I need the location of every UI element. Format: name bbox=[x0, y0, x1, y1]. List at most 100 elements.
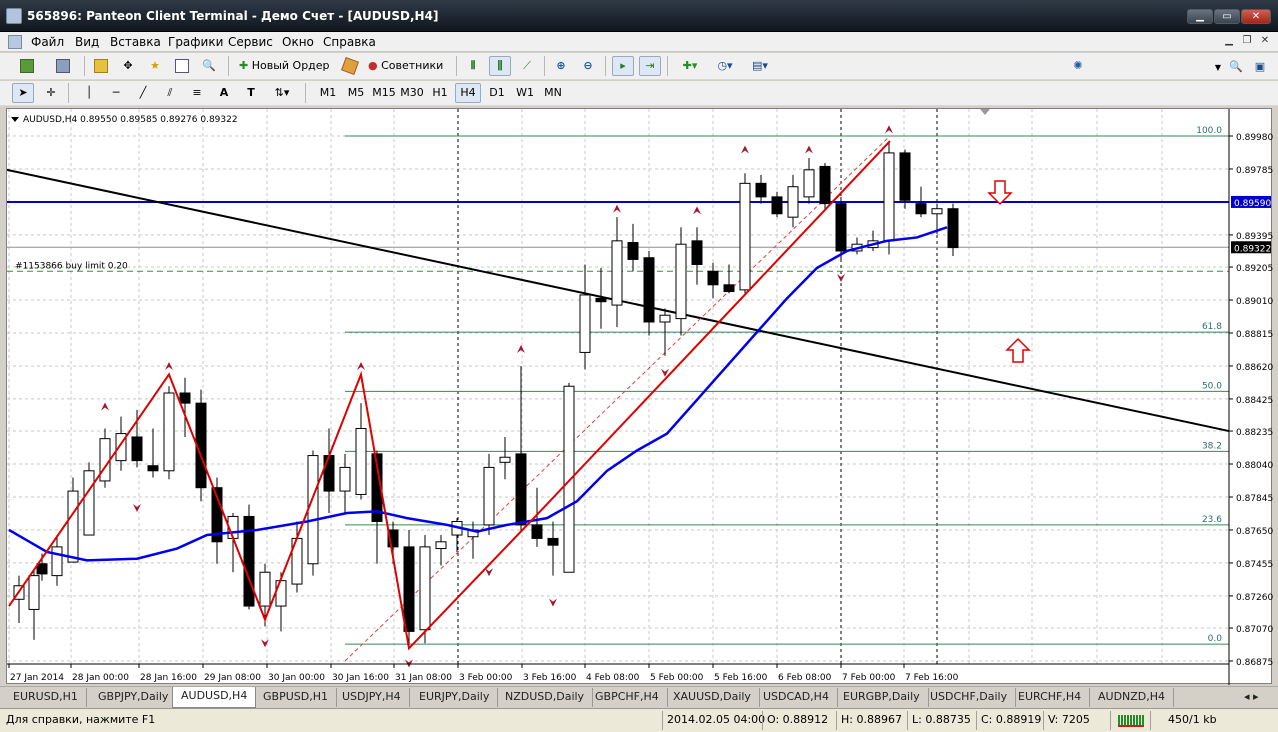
candle-body bbox=[419, 546, 431, 631]
tab-gbpusd-h1[interactable]: GBPUSD,H1 bbox=[255, 688, 337, 707]
zoom-out-icon: ⊖ bbox=[583, 59, 593, 72]
time-tick-label: 29 Jan 08:00 bbox=[204, 673, 261, 683]
auto-scroll-button[interactable]: ▸ bbox=[612, 56, 634, 76]
price-tick-label: 0.88235 bbox=[1236, 428, 1273, 438]
candle-body bbox=[339, 466, 351, 492]
new-chart-button[interactable] bbox=[12, 56, 42, 76]
tab-usdcad-h4[interactable]: USDCAD,H4 bbox=[755, 688, 838, 707]
mdi-minimize-icon[interactable]: ▁ bbox=[1222, 34, 1236, 48]
maximize-button[interactable]: ▭ bbox=[1214, 9, 1240, 24]
chart-window[interactable]: 100.0 61.8 50.0 38.2 23.6 0.0 0.89980 0.89785 0… bbox=[6, 108, 1273, 685]
tab-audnzd-h4[interactable]: AUDNZD,H4 bbox=[1090, 688, 1175, 707]
search-button[interactable]: 🔍 bbox=[1226, 57, 1246, 77]
new-order-button[interactable]: ✚ Новый Ордер bbox=[236, 56, 336, 76]
bar-chart-icon: ⫴ bbox=[470, 59, 476, 72]
candle-body bbox=[931, 208, 943, 215]
window-title: 565896: Panteon Client Terminal - Демо С… bbox=[27, 9, 439, 23]
tab-gbpjpy-daily[interactable]: GBPJPY,Daily bbox=[90, 688, 178, 707]
tab-audusd-h4[interactable]: AUDUSD,H4 bbox=[172, 687, 257, 708]
menu-view[interactable]: Вид bbox=[75, 35, 99, 49]
arrows-button[interactable]: ⇅▾ bbox=[267, 83, 297, 103]
data-window-button[interactable]: ✥ bbox=[117, 56, 139, 76]
tf-h1[interactable]: H1 bbox=[427, 83, 453, 103]
menu-insert[interactable]: Вставка bbox=[110, 35, 161, 49]
text-button[interactable]: A bbox=[213, 83, 235, 103]
terminal-button[interactable] bbox=[171, 56, 193, 76]
settings-button[interactable]: ✺ bbox=[1068, 56, 1088, 76]
tab-usdchf-daily[interactable]: USDCHF,Daily bbox=[922, 688, 1017, 707]
zigzag-line bbox=[8, 140, 891, 651]
tab-scroll-arrows-icon[interactable]: ◂ ▸ bbox=[1236, 688, 1267, 707]
zoom-in-button[interactable]: ⊕ bbox=[550, 56, 572, 76]
candle-body bbox=[611, 240, 623, 306]
fib-level-label: 23.6 bbox=[1202, 515, 1222, 525]
menu-help[interactable]: Справка bbox=[323, 35, 376, 49]
crosshair-button[interactable]: ✛ bbox=[40, 83, 62, 103]
candle-body bbox=[883, 152, 895, 242]
candle-body bbox=[36, 563, 48, 575]
mdi-close-icon[interactable]: ✕ bbox=[1258, 34, 1272, 48]
terminal-icon bbox=[175, 59, 189, 73]
price-tick-label: 0.89010 bbox=[1236, 297, 1273, 307]
tab-eurchf-h4[interactable]: EURCHF,H4 bbox=[1010, 688, 1091, 707]
menu-tools[interactable]: Сервис bbox=[228, 35, 273, 49]
indicators-button[interactable]: ✚▾ bbox=[675, 56, 705, 76]
menu-window[interactable]: Окно bbox=[282, 35, 314, 49]
fractal-down-marker bbox=[549, 598, 557, 607]
tf-mn[interactable]: MN bbox=[540, 83, 566, 103]
tab-usdjpy-h4[interactable]: USDJPY,H4 bbox=[334, 688, 410, 707]
tf-d1[interactable]: D1 bbox=[484, 83, 510, 103]
chart-shift-button[interactable]: ⇥ bbox=[639, 56, 661, 76]
tab-eurusd-h1[interactable]: EURUSD,H1 bbox=[5, 688, 87, 707]
minimize-button[interactable]: ▁ bbox=[1187, 9, 1213, 24]
navigator-button[interactable]: ★ bbox=[144, 56, 166, 76]
menu-file[interactable]: Файл bbox=[31, 35, 64, 49]
status-close: C: 0.88919 bbox=[981, 713, 1042, 726]
zoom-out-button[interactable]: ⊖ bbox=[577, 56, 599, 76]
metaeditor-button[interactable] bbox=[339, 56, 361, 76]
tf-h4[interactable]: H4 bbox=[455, 83, 481, 103]
candle-body bbox=[275, 580, 287, 607]
tf-m1[interactable]: M1 bbox=[315, 83, 341, 103]
menu-charts[interactable]: Графики bbox=[168, 35, 223, 49]
periods-button[interactable]: ◷▾ bbox=[710, 56, 740, 76]
tf-m15[interactable]: M15 bbox=[371, 83, 397, 103]
candlestick-button[interactable]: ⫼ bbox=[489, 56, 511, 76]
tf-m5[interactable]: M5 bbox=[343, 83, 369, 103]
advisors-button[interactable]: ● Советники bbox=[365, 56, 451, 76]
tf-m30[interactable]: M30 bbox=[399, 83, 425, 103]
candle-body bbox=[51, 546, 63, 577]
mdi-restore-icon[interactable]: ❐ bbox=[1240, 34, 1254, 48]
fibonacci-button[interactable]: ≡ bbox=[186, 83, 208, 103]
text-label-button[interactable]: T bbox=[240, 83, 262, 103]
line-chart-button[interactable]: ⟋ bbox=[516, 56, 538, 76]
cursor-button[interactable]: ➤ bbox=[12, 83, 34, 103]
trendline-button[interactable]: ╱ bbox=[132, 83, 154, 103]
arrows-icon: ⇅▾ bbox=[274, 86, 290, 99]
tab-xauusd-daily[interactable]: XAUUSD,Daily bbox=[665, 688, 760, 707]
candle-body bbox=[771, 196, 783, 215]
close-button[interactable]: ✕ bbox=[1241, 9, 1271, 24]
templates-icon: ▤▾ bbox=[752, 59, 768, 72]
time-tick-label: 28 Jan 00:00 bbox=[72, 673, 129, 683]
vertical-line-button[interactable]: │ bbox=[78, 83, 100, 103]
search-dropdown-button[interactable]: ▼ bbox=[1212, 58, 1224, 76]
tab-eurgbp-daily[interactable]: EURGBP,Daily bbox=[835, 688, 929, 707]
candle-body bbox=[515, 453, 527, 526]
tab-eurjpy-daily[interactable]: EURJPY,Daily bbox=[411, 688, 499, 707]
tab-nzdusd-daily[interactable]: NZDUSD,Daily bbox=[497, 688, 594, 707]
fractal-up-marker bbox=[101, 402, 109, 411]
profiles-button[interactable] bbox=[48, 56, 78, 76]
candlestick-icon: ⫼ bbox=[497, 59, 503, 72]
bar-chart-button[interactable]: ⫴ bbox=[462, 56, 484, 76]
equidistant-channel-button[interactable]: ⫽ bbox=[159, 83, 181, 103]
market-watch-button[interactable] bbox=[90, 56, 112, 76]
candle-body bbox=[563, 385, 575, 573]
tab-gbpchf-h4[interactable]: GBPCHF,H4 bbox=[587, 688, 668, 707]
price-chart[interactable]: 100.0 61.8 50.0 38.2 23.6 0.0 0.89980 0.89785 0… bbox=[7, 109, 1273, 685]
mailbox-button[interactable]: ▣ bbox=[1250, 57, 1270, 77]
tf-w1[interactable]: W1 bbox=[512, 83, 538, 103]
templates-button[interactable]: ▤▾ bbox=[745, 56, 775, 76]
strategy-tester-button[interactable]: 🔍 bbox=[198, 56, 220, 76]
horizontal-line-button[interactable]: ─ bbox=[105, 83, 127, 103]
